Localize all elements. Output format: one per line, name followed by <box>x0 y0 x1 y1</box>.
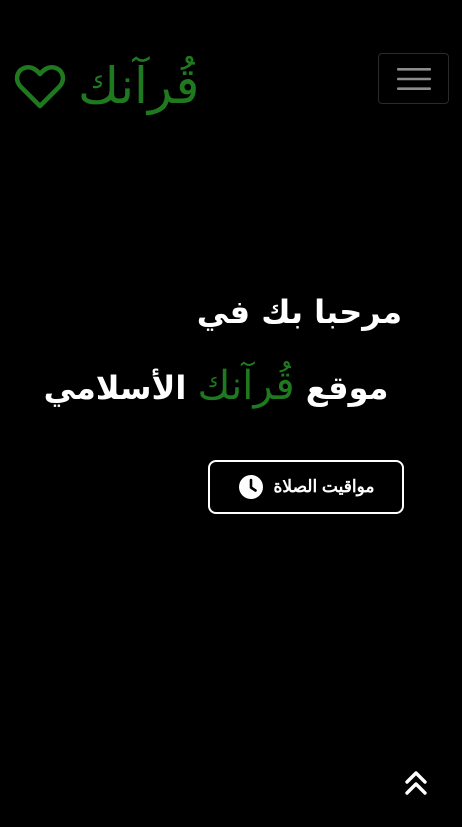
clock-icon <box>238 474 274 500</box>
hero-prefix: موقع <box>305 369 389 407</box>
hamburger-icon <box>396 66 431 92</box>
hero-welcome-text: مرحبا بك في <box>196 293 402 331</box>
page: قُرآنك مرحبا بك في موقع قُرآنك الأسلامي … <box>0 0 462 827</box>
hero: مرحبا بك في موقع قُرآنك الأسلامي <box>20 286 402 416</box>
menu-toggle-button[interactable] <box>378 53 449 104</box>
chevrons-up-icon <box>403 769 429 797</box>
hero-suffix: الأسلامي <box>43 369 187 407</box>
prayer-times-label: مواقيت الصلاة <box>273 477 375 496</box>
navbar: قُرآنك <box>0 0 462 140</box>
heart-icon <box>14 62 66 110</box>
brand-title: قُرآنك <box>78 57 200 115</box>
brand-link[interactable]: قُرآنك <box>14 46 199 126</box>
scroll-to-top-button[interactable] <box>398 766 434 800</box>
prayer-times-button[interactable]: مواقيت الصلاة <box>208 460 404 514</box>
hero-brand: قُرآنك <box>197 363 295 409</box>
hero-site-text: موقع قُرآنك الأسلامي <box>20 358 402 416</box>
